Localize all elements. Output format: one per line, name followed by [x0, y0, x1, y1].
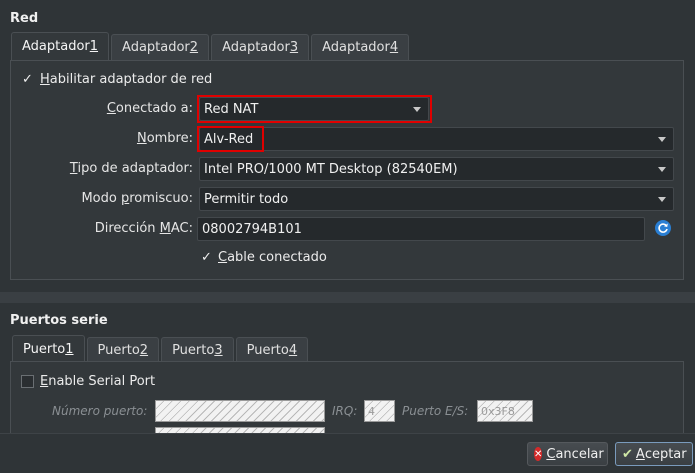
label-text: Dirección [94, 221, 160, 236]
io-port-label: Puerto E/S: [402, 404, 469, 418]
cancel-label: ancelar [555, 446, 604, 462]
enable-adapter-checkbox[interactable]: ✓ [21, 73, 34, 86]
io-port-input[interactable]: 0x3F8 [477, 400, 533, 422]
serial-section-title: Puertos serie [10, 313, 108, 328]
tab-label: Puerto [246, 343, 289, 358]
mnemonic: N [136, 131, 147, 146]
cancel-button[interactable]: ✕ Cancelar [527, 442, 608, 466]
tab-port-3[interactable]: Puerto 3 [161, 337, 234, 363]
adapter-tabs: Adaptador 1 Adaptador 2 Adaptador 3 Adap… [11, 32, 411, 60]
tab-mnemonic: 3 [214, 343, 223, 358]
mnemonic: M [159, 221, 171, 236]
port-number-label: Número puerto: [52, 404, 148, 418]
label-text: AC: [170, 221, 193, 236]
name-label: Nombre: [40, 131, 193, 146]
label-text: able conectado [227, 250, 327, 265]
mnemonic: H [40, 72, 50, 87]
label-text: romiscuo: [129, 191, 193, 206]
dialog-footer: ✕ Cancelar ✔ Aceptar [0, 433, 695, 473]
checkmark-icon: ✔ [622, 446, 633, 462]
tab-label: Adaptador [222, 40, 290, 55]
promiscuous-label: Modo promiscuo: [40, 191, 193, 206]
label-text: abilitar adaptador de red [49, 72, 213, 87]
tab-port-1[interactable]: Puerto 1 [12, 335, 85, 363]
mnemonic: A [635, 446, 645, 462]
cable-connected-checkbox[interactable]: ✓ [200, 251, 213, 264]
mnemonic: E [40, 374, 49, 389]
accept-label: ceptar [644, 446, 687, 462]
enable-serial-checkbox[interactable] [21, 375, 34, 388]
mnemonic: C [218, 250, 228, 265]
label-text: nable Serial Port [48, 374, 156, 389]
tab-mnemonic: 3 [289, 40, 299, 55]
serial-panel [10, 361, 684, 441]
network-section: Red Adaptador 1 Adaptador 2 Adaptador 3 … [0, 0, 695, 292]
port-number-select[interactable] [155, 400, 325, 422]
highlight-network-name [197, 126, 264, 152]
tab-adapter-2[interactable]: Adaptador 2 [111, 34, 210, 60]
refresh-mac-icon[interactable] [655, 220, 671, 236]
tab-label: Puerto [172, 343, 215, 358]
mnemonic: C [106, 101, 116, 116]
chevron-down-icon [658, 167, 666, 172]
tab-adapter-1[interactable]: Adaptador 1 [11, 32, 110, 60]
mac-label: Dirección MAC: [40, 221, 193, 236]
cable-connected-label: Cable conectado [218, 250, 327, 265]
mnemonic: p [120, 191, 130, 206]
tab-label: Adaptador [22, 39, 90, 54]
cancel-icon: ✕ [534, 447, 543, 461]
tab-adapter-4[interactable]: Adaptador 4 [311, 34, 410, 60]
tab-mnemonic: 2 [189, 40, 199, 55]
highlight-attached-to [197, 95, 432, 123]
tab-mnemonic: 4 [288, 343, 298, 358]
tab-mnemonic: 4 [389, 40, 399, 55]
label-text: ombre: [146, 131, 193, 146]
tab-adapter-3[interactable]: Adaptador 3 [211, 34, 310, 60]
network-section-title: Red [10, 11, 39, 26]
enable-adapter-label: Habilitar adaptador de red [40, 72, 212, 87]
tab-label: Adaptador [122, 40, 190, 55]
tab-mnemonic: 1 [65, 342, 74, 357]
tab-mnemonic: 2 [139, 343, 149, 358]
mnemonic: C [546, 446, 556, 462]
tab-label: Puerto [97, 343, 140, 358]
promiscuous-select[interactable]: Permitir todo [199, 187, 674, 211]
mac-address-input[interactable]: 08002794B101 [197, 217, 645, 241]
irq-input[interactable]: 4 [364, 400, 395, 422]
label-text: ipo de adaptador: [77, 161, 193, 176]
tab-port-2[interactable]: Puerto 2 [86, 337, 160, 363]
network-name-select[interactable]: Alv-Red [199, 127, 674, 151]
chevron-down-icon [658, 137, 666, 142]
label-text: Modo [81, 191, 121, 206]
adapter-type-label: Tipo de adaptador: [40, 161, 193, 176]
tab-mnemonic: 1 [89, 39, 99, 54]
label-text: onectado a: [115, 101, 193, 116]
serial-section: Puertos serie Puerto 1 Puerto 2 Puerto 3… [0, 303, 695, 441]
tab-label: Puerto [23, 342, 66, 357]
serial-tabs: Puerto 1 Puerto 2 Puerto 3 Puerto 4 [12, 335, 310, 363]
promiscuous-value: Permitir todo [204, 191, 289, 207]
tab-label: Adaptador [322, 40, 390, 55]
accept-button[interactable]: ✔ Aceptar [615, 442, 693, 466]
adapter-type-select[interactable]: Intel PRO/1000 MT Desktop (82540EM) [199, 157, 674, 181]
tab-port-4[interactable]: Puerto 4 [235, 337, 309, 363]
attached-to-label: Conectado a: [40, 101, 193, 116]
adapter-type-value: Intel PRO/1000 MT Desktop (82540EM) [204, 161, 458, 177]
irq-label: IRQ: [332, 404, 358, 418]
section-divider [0, 292, 695, 303]
enable-serial-label: Enable Serial Port [40, 374, 155, 389]
chevron-down-icon [658, 197, 666, 202]
